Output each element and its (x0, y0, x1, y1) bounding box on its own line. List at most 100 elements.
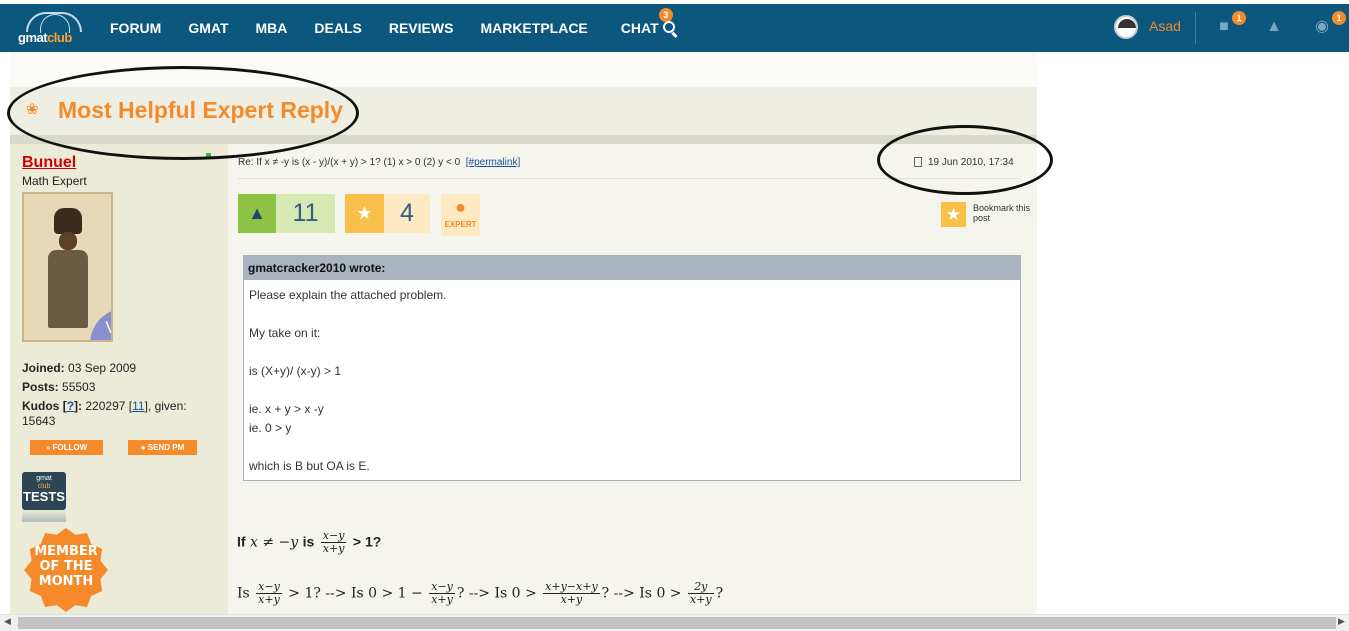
motm-line-3: MONTH (38, 574, 94, 589)
math-fraction: x−y x+y (256, 580, 282, 606)
favorite-button[interactable]: ★ 4 (345, 194, 430, 233)
portrait-figure (46, 208, 90, 328)
author-stats: Joined: 03 Sep 2009 Posts: 55503 Kudos [… (22, 361, 187, 428)
favorite-count: 4 (400, 199, 414, 227)
globe-badge: 1 (1332, 11, 1346, 25)
nav-chat[interactable]: CHAT 3 (620, 8, 673, 36)
top-navigation-bar: gmatclub FORUM GMAT MBA DEALS REVIEWS MA… (0, 4, 1349, 52)
math-text: 0 > (656, 585, 682, 602)
kudos-label: Kudos (22, 399, 60, 413)
member-of-the-month-badge: MEMBER OF THE MONTH (24, 528, 108, 612)
math-text: > 1? (352, 533, 382, 550)
rank-badge: V (90, 308, 111, 340)
math-text: ? --> Is (601, 585, 652, 602)
math-fraction: x−y x+y (429, 580, 455, 606)
posts-label: Posts: (22, 380, 59, 394)
globe-logo-icon (26, 12, 82, 33)
quote-line (249, 381, 1015, 400)
math-text: > 1? --> Is (288, 585, 364, 602)
user-avatar[interactable] (1114, 15, 1138, 39)
nav-gmat[interactable]: GMAT (188, 20, 228, 36)
quote-text: Please explain the attached problem. My … (244, 280, 1020, 482)
kudos-help-link[interactable]: ? (67, 399, 74, 413)
star-icon: ★ (345, 194, 384, 233)
posts-value: 55503 (62, 380, 96, 394)
nav-marketplace[interactable]: MARKETPLACE (480, 20, 587, 36)
permalink[interactable]: [#permalink] (466, 157, 520, 168)
author-photo[interactable]: V (22, 192, 113, 342)
search-icon[interactable] (663, 21, 675, 33)
tests-logo-gmat: gmat (36, 475, 52, 482)
joined-value: 03 Sep 2009 (68, 361, 137, 375)
right-margin (1037, 52, 1349, 614)
given-label: given: (154, 399, 187, 413)
motm-line-2: OF THE (39, 559, 93, 574)
thumbs-up-icon: ▲ (238, 194, 276, 233)
scroll-left-arrow[interactable]: ◀ (4, 616, 11, 627)
math-text: 0 > 1 − (368, 585, 423, 602)
main-nav: FORUM GMAT MBA DEALS REVIEWS MARKETPLACE… (110, 4, 686, 52)
nav-chat-label: CHAT (620, 20, 659, 36)
nav-deals[interactable]: DEALS (314, 20, 361, 36)
author-sidebar: Bunuel Math Expert V Joined: 03 Sep 2009… (10, 144, 228, 614)
author-name[interactable]: Bunuel (22, 154, 76, 172)
send-pm-button[interactable]: ● SEND PM (128, 440, 197, 455)
scroll-right-arrow[interactable]: ▶ (1338, 616, 1345, 627)
kudos-button[interactable]: ▲ 11 (238, 194, 335, 233)
scroll-thumb[interactable] (18, 617, 1336, 629)
bookmark-label[interactable]: Bookmark this post (973, 203, 1033, 223)
author-role: Math Expert (22, 174, 87, 188)
quote-line: My take on it: (249, 326, 321, 340)
annotation-ellipse-date (877, 125, 1053, 195)
math-text: is (302, 533, 315, 550)
annotation-ellipse-banner (7, 66, 359, 160)
expert-badge: ● EXPERT (441, 194, 480, 236)
quote-line (249, 438, 1015, 457)
bookmark-star-icon[interactable]: ★ (941, 202, 966, 227)
math-text: x ≠ −y (250, 534, 299, 551)
nav-mba[interactable]: MBA (256, 20, 288, 36)
graduation-cap-icon[interactable]: ▲ (1263, 18, 1285, 36)
quote-line: ie. 0 > y (249, 421, 292, 435)
given-value: 15643 (22, 414, 56, 428)
quote-line: Please explain the attached problem. (249, 288, 447, 302)
gmatclub-tests-logo[interactable]: gmat club TESTS (22, 472, 66, 510)
logo-text-club: club (47, 30, 72, 45)
horizontal-scrollbar[interactable]: ◀ ▶ (0, 614, 1349, 631)
quote-line (249, 343, 1015, 362)
expert-user-icon: ● (455, 197, 466, 217)
send-pm-label: SEND PM (147, 443, 185, 452)
header-divider (1195, 12, 1196, 44)
math-text: 0 > (511, 585, 537, 602)
math-text: ? --> Is (456, 585, 508, 602)
math-text: ? (715, 585, 724, 602)
quote-author: gmatcracker2010 wrote: (244, 256, 1020, 280)
post-subject: Re: If x ≠ -y is (x - y)/(x + y) > 1? (1… (238, 157, 520, 168)
nav-reviews[interactable]: REVIEWS (389, 20, 454, 36)
math-fraction: x+y−x+y x+y (543, 580, 600, 606)
math-line-1: If x ≠ −y is x−y x+y > 1? (237, 530, 381, 555)
motm-line-1: MEMBER (34, 544, 98, 559)
follow-button[interactable]: » FOLLOW (30, 440, 103, 455)
kudos-count: 11 (292, 199, 319, 227)
messages-badge: 1 (1232, 11, 1246, 25)
post-subject-text: Re: If x ≠ -y is (x - y)/(x + y) > 1? (1… (238, 157, 461, 168)
quote-line: is (X+y)/ (x-y) > 1 (249, 364, 342, 378)
nav-forum[interactable]: FORUM (110, 20, 161, 36)
math-text: Is (237, 585, 250, 602)
math-fraction: x−y x+y (320, 529, 347, 555)
math-text: If (237, 533, 246, 550)
tests-logo-reflection (22, 510, 66, 522)
kudos-link[interactable]: 11 (132, 399, 144, 413)
kudos-value: 220297 (85, 399, 126, 413)
tests-logo-tests: TESTS (23, 489, 65, 504)
quote-line (249, 305, 1015, 324)
globe-icon[interactable]: ◉ (1311, 18, 1333, 36)
username[interactable]: Asad (1149, 18, 1181, 34)
gmatclub-logo[interactable]: gmatclub (18, 12, 88, 46)
joined-label: Joined: (22, 361, 65, 375)
chat-badge: 3 (658, 8, 673, 22)
logo-text: gmat (18, 30, 48, 45)
quote-line: ie. x + y > x -y (249, 402, 324, 416)
quote-line: which is B but OA is E. (249, 459, 370, 473)
